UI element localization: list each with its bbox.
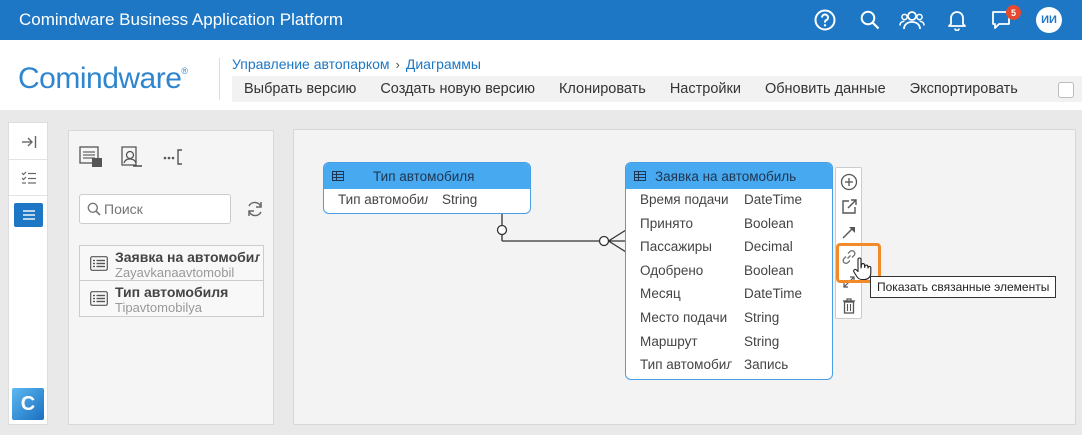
- attribute-row[interactable]: Место подачи String: [626, 307, 832, 331]
- settings-button[interactable]: Настройки: [670, 81, 741, 97]
- account-templates-tab-icon[interactable]: [119, 145, 143, 169]
- attribute-row[interactable]: Одобрено Boolean: [626, 260, 832, 284]
- table-icon: [634, 171, 646, 181]
- search-icon[interactable]: [858, 8, 882, 32]
- attribute-type: Запись: [744, 357, 789, 373]
- list-item[interactable]: Заявка на автомобиль Zayavkanaavtomobil: [80, 246, 263, 281]
- help-icon[interactable]: [813, 8, 837, 32]
- bell-icon[interactable]: [945, 8, 969, 32]
- add-attribute-icon[interactable]: [839, 172, 859, 192]
- attribute-name: Принято: [640, 215, 694, 231]
- checklist-icon[interactable]: [14, 166, 43, 190]
- entity-car-type[interactable]: Тип автомобиля Тип автомобиля String: [323, 162, 531, 214]
- attribute-row[interactable]: Принято Boolean: [626, 213, 832, 237]
- template-list: Заявка на автомобиль Zayavkanaavtomobil …: [79, 245, 264, 317]
- attribute-row[interactable]: Пассажиры Decimal: [626, 236, 832, 260]
- attribute-name: Место подачи: [640, 309, 728, 325]
- attribute-row[interactable]: Тип автомобиля Запись: [626, 354, 832, 378]
- menu-icon[interactable]: [14, 203, 43, 227]
- table-icon: [332, 171, 344, 181]
- expand-panel-icon[interactable]: [14, 130, 43, 154]
- more-templates-tab-icon[interactable]: [162, 145, 188, 169]
- entity-car-request[interactable]: Заявка на автомобиль Время подачи DateTim…: [625, 162, 833, 380]
- header-divider: [219, 58, 220, 100]
- entity-title: Заявка на автомобиль: [655, 169, 797, 184]
- left-strip: C: [8, 122, 48, 425]
- attribute-name: Пассажиры: [640, 239, 713, 255]
- tooltip: Показать связанные элементы: [870, 276, 1057, 298]
- attribute-type: DateTime: [744, 192, 803, 207]
- search-input[interactable]: [104, 199, 224, 219]
- attribute-name: Тип автомобиля: [640, 357, 732, 373]
- c-logo[interactable]: C: [12, 388, 44, 420]
- draw-link-icon[interactable]: [839, 222, 859, 242]
- breadcrumb: Управление автопарком › Диаграммы: [232, 56, 481, 72]
- toolbar: Выбрать версию Создать новую версию Клон…: [232, 76, 1082, 102]
- attribute-row[interactable]: Маршрут String: [626, 331, 832, 355]
- entity-header[interactable]: Тип автомобиля: [324, 163, 530, 189]
- avatar[interactable]: ИИ: [1036, 7, 1062, 33]
- attribute-type: Boolean: [744, 215, 794, 231]
- search-field[interactable]: [79, 194, 231, 224]
- attribute-row[interactable]: Месяц DateTime: [626, 283, 832, 307]
- breadcrumb-diagrams[interactable]: Диаграммы: [406, 56, 481, 72]
- notification-badge: 5: [1006, 5, 1021, 20]
- attribute-type: Decimal: [744, 239, 793, 255]
- header: Comindware® Управление автопарком › Диаг…: [0, 40, 1082, 110]
- hand-cursor-icon: [853, 257, 872, 281]
- attribute-name: Тип автомобиля: [338, 192, 428, 207]
- record-templates-tab-icon[interactable]: [79, 145, 103, 169]
- comindware-logo: Comindware®: [18, 62, 188, 95]
- export-button[interactable]: Экспортировать: [910, 81, 1018, 97]
- users-icon[interactable]: [899, 8, 925, 32]
- list-item-title: Тип автомобиля: [115, 284, 229, 300]
- select-version-button[interactable]: Выбрать версию: [244, 81, 356, 97]
- attribute-type: String: [744, 333, 780, 349]
- attribute-name: Время подачи: [640, 192, 729, 207]
- list-item-subtitle: Tipavtomobilya: [115, 300, 202, 315]
- attribute-row[interactable]: Время подачи DateTime: [626, 189, 832, 213]
- list-item-title: Заявка на автомобиль: [115, 249, 260, 265]
- refresh-data-button[interactable]: Обновить данные: [765, 81, 886, 97]
- entity-title: Тип автомобиля: [373, 169, 475, 184]
- relationship-connector[interactable]: [480, 210, 630, 255]
- panel-tabs: [69, 131, 273, 177]
- templates-panel: Заявка на автомобиль Zayavkanaavtomobil …: [68, 130, 274, 425]
- app-title: Comindware Business Application Platform: [19, 10, 344, 29]
- attribute-type: String: [744, 309, 780, 325]
- refresh-icon[interactable]: [245, 199, 265, 219]
- attribute-name: Месяц: [640, 286, 681, 302]
- attribute-name: Маршрут: [640, 333, 698, 349]
- open-external-icon[interactable]: [839, 197, 859, 217]
- template-icon: [90, 291, 108, 306]
- list-item[interactable]: Тип автомобиля Tipavtomobilya: [80, 281, 263, 316]
- attribute-name: Одобрено: [640, 262, 704, 278]
- attribute-type: String: [442, 192, 478, 207]
- toolbar-checkbox[interactable]: [1058, 82, 1074, 98]
- attribute-type: Boolean: [744, 262, 794, 278]
- search-icon: [87, 202, 101, 216]
- create-version-button[interactable]: Создать новую версию: [380, 81, 535, 97]
- clone-button[interactable]: Клонировать: [559, 81, 646, 97]
- list-item-subtitle: Zayavkanaavtomobil: [115, 265, 235, 280]
- chevron-right-icon: ›: [395, 56, 400, 72]
- entity-header[interactable]: Заявка на автомобиль: [626, 163, 832, 189]
- attribute-type: DateTime: [744, 286, 803, 302]
- strip-divider: [9, 195, 47, 196]
- template-icon: [90, 256, 108, 271]
- delete-icon[interactable]: [839, 296, 859, 316]
- breadcrumb-fleet[interactable]: Управление автопарком: [232, 56, 390, 72]
- top-bar: Comindware Business Application Platform…: [0, 0, 1082, 40]
- strip-divider: [9, 159, 47, 160]
- attribute-row[interactable]: Тип автомобиля String: [324, 189, 530, 213]
